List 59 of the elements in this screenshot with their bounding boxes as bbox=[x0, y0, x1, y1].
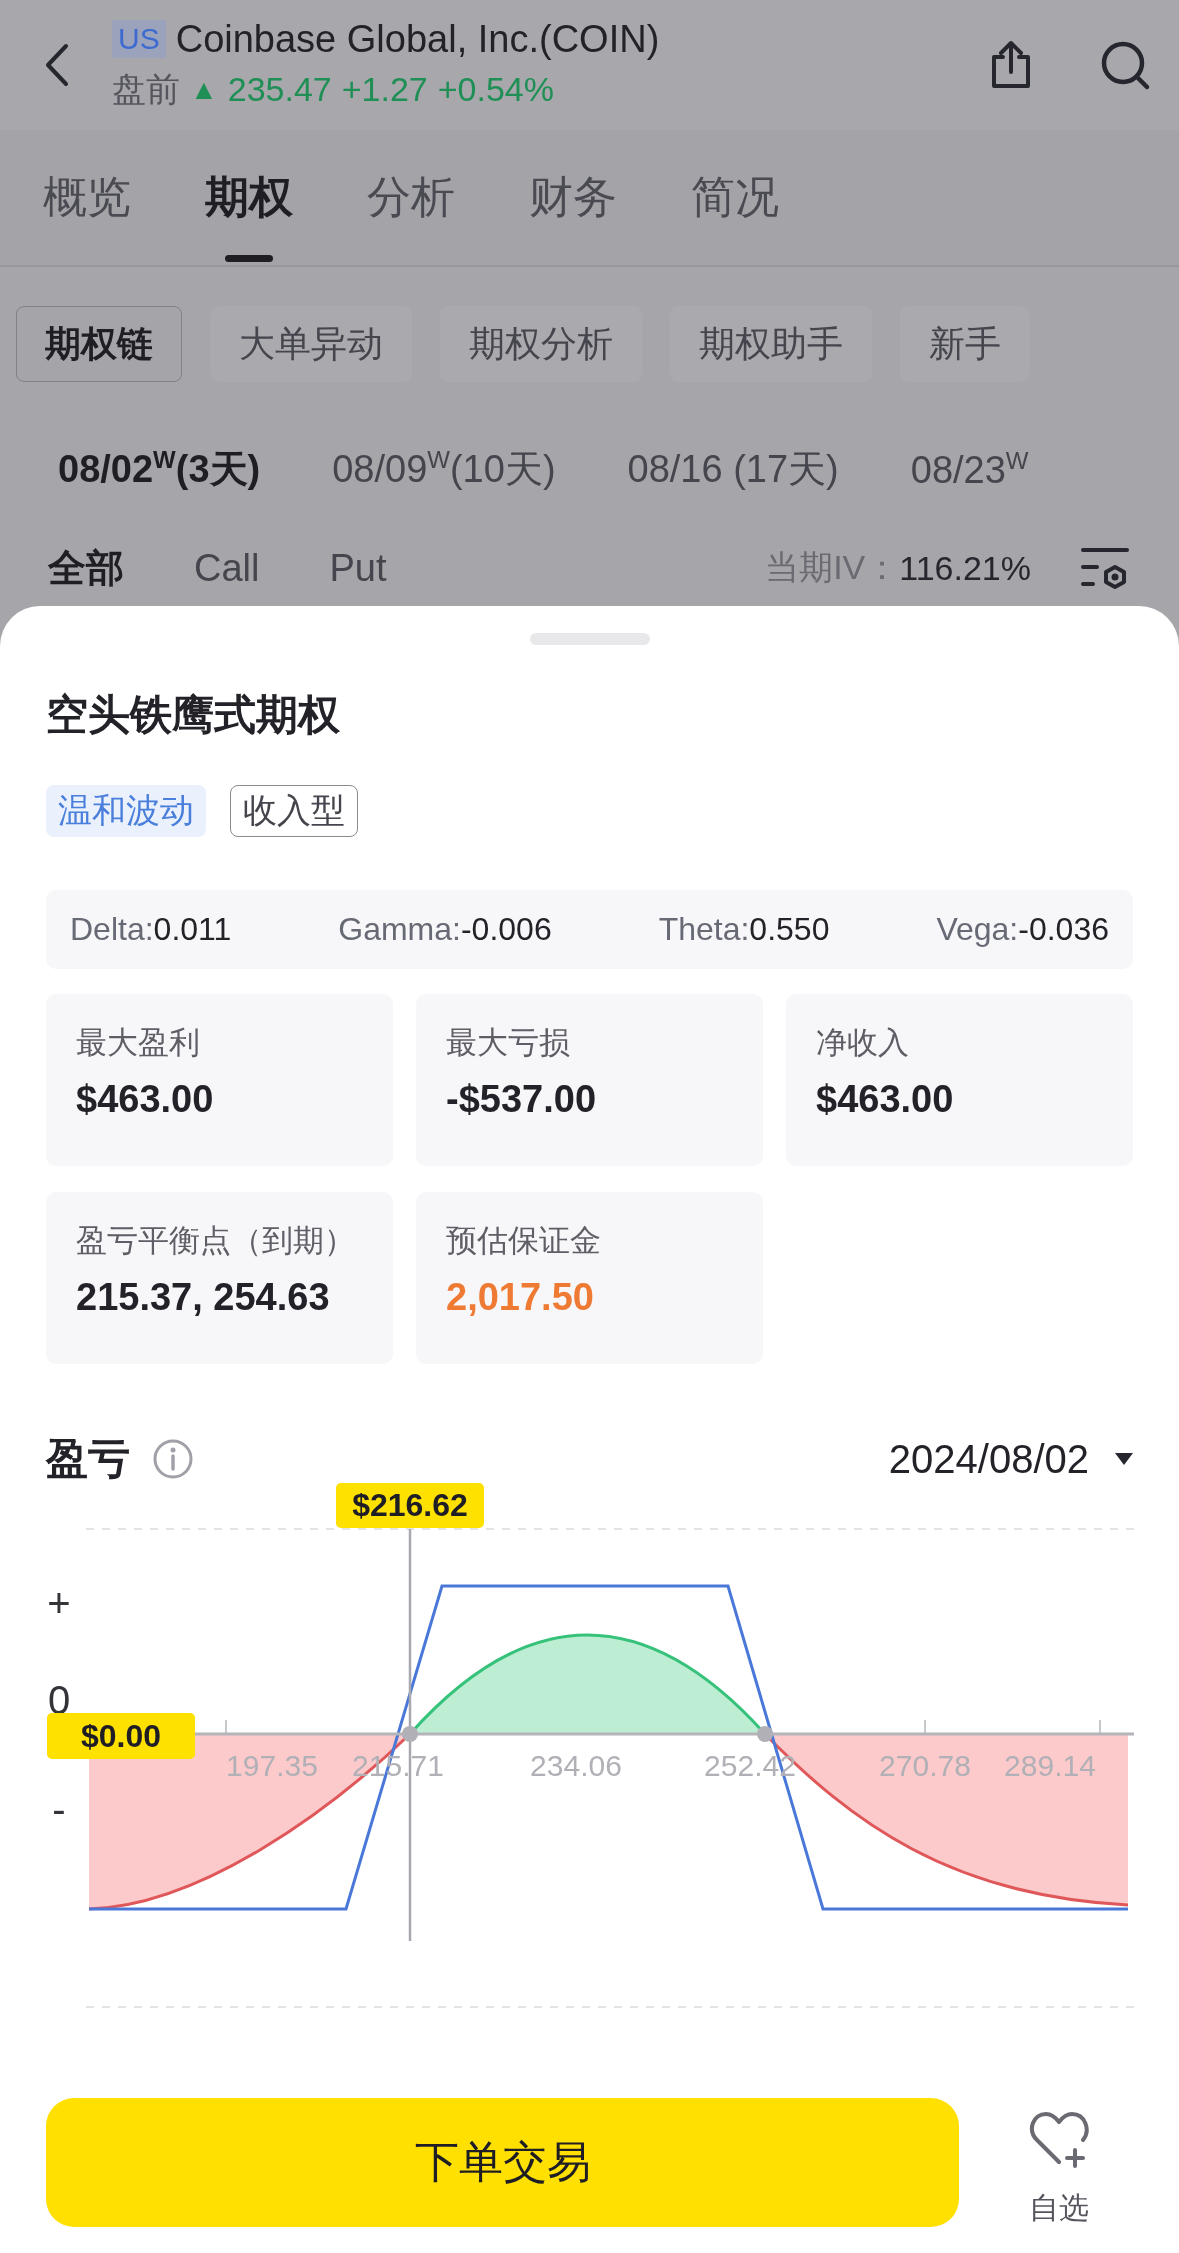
filter-tab[interactable]: 全部 bbox=[48, 542, 124, 594]
info-icon[interactable] bbox=[152, 1438, 194, 1480]
stat-label: 最大盈利 bbox=[76, 1024, 201, 1062]
price-change-percent: +0.54% bbox=[437, 70, 554, 109]
strategy-tag: 温和波动 bbox=[46, 785, 206, 837]
greek-value: Delta:0.011 bbox=[70, 911, 232, 948]
stat-value: $463.00 bbox=[816, 1078, 955, 1121]
date-dropdown[interactable]: 2024/08/02 bbox=[888, 1436, 1089, 1482]
strategy-tag: 收入型 bbox=[230, 785, 358, 837]
greek-value: Vega:-0.036 bbox=[936, 911, 1109, 948]
greek-value: Gamma:-0.006 bbox=[338, 911, 552, 948]
stat-value: -$537.00 bbox=[446, 1078, 597, 1121]
x-axis-label: 197.35 bbox=[226, 1749, 318, 1782]
greek-value: Theta:0.550 bbox=[658, 911, 830, 948]
expiry-tab[interactable]: 08/02$^{W}$(3天) bbox=[58, 440, 261, 498]
filter-tab[interactable]: Call bbox=[194, 546, 260, 590]
search-icon[interactable] bbox=[1099, 39, 1151, 91]
stat-label: 盈亏平衡点（到期） bbox=[76, 1222, 356, 1260]
watchlist-label[interactable]: 自选 bbox=[1029, 2188, 1089, 2229]
stat-value: 2,017.50 bbox=[446, 1276, 595, 1319]
stat-label: 预估保证金 bbox=[446, 1222, 602, 1260]
expiry-tab[interactable]: 08/09$^{W}$(10天) bbox=[332, 440, 556, 498]
stat-label: 净收入 bbox=[816, 1024, 910, 1062]
y-axis-label: + bbox=[47, 1581, 71, 1625]
tab[interactable]: 分析 bbox=[367, 130, 455, 265]
zero-value-label: $0.00 bbox=[47, 1713, 195, 1759]
stat-value: 215.37, 254.63 bbox=[76, 1276, 331, 1319]
sub-tab[interactable]: 新手 bbox=[900, 306, 1030, 382]
y-axis-label: - bbox=[52, 1787, 66, 1831]
trade-button[interactable]: 下单交易 bbox=[46, 2098, 959, 2227]
price-change: +1.27 bbox=[341, 70, 428, 109]
tab[interactable]: 期权 bbox=[205, 130, 293, 265]
pnl-title: 盈亏 bbox=[46, 1434, 130, 1484]
x-axis-label: 270.78 bbox=[879, 1749, 971, 1782]
filter-settings-icon[interactable] bbox=[1079, 545, 1131, 591]
expiry-tab[interactable]: 08/16 (17天) bbox=[627, 440, 839, 498]
cursor-price-label: $216.62 bbox=[336, 1483, 484, 1528]
sub-tab[interactable]: 期权助手 bbox=[670, 306, 872, 382]
market-badge: US bbox=[112, 20, 166, 58]
expiry-tab[interactable]: 08/23$^{W}$ bbox=[910, 440, 1029, 498]
price: 235.47 bbox=[227, 70, 332, 109]
iv-value: 116.21% bbox=[899, 548, 1031, 588]
tab[interactable]: 财务 bbox=[529, 130, 617, 265]
stat-label: 最大亏损 bbox=[446, 1024, 571, 1062]
strategy-title: 空头铁鹰式期权 bbox=[46, 690, 341, 740]
up-triangle-icon: ▲ bbox=[190, 73, 218, 106]
x-axis-label: 289.14 bbox=[1004, 1749, 1096, 1782]
stock-title: Coinbase Global, Inc.(COIN) bbox=[175, 17, 660, 61]
stat-value: $463.00 bbox=[76, 1078, 215, 1121]
sub-tab[interactable]: 期权链 bbox=[16, 306, 182, 382]
session-label: 盘前 bbox=[112, 68, 180, 110]
iv-label: 当期IV： bbox=[765, 547, 900, 588]
x-axis-label: 234.06 bbox=[530, 1749, 622, 1782]
sub-tab[interactable]: 期权分析 bbox=[440, 306, 642, 382]
tab[interactable]: 概览 bbox=[43, 130, 131, 265]
tab[interactable]: 简况 bbox=[691, 130, 779, 265]
sub-tab[interactable]: 大单异动 bbox=[210, 306, 412, 382]
filter-tab[interactable]: Put bbox=[329, 546, 387, 590]
caret-icon[interactable] bbox=[1115, 1453, 1133, 1465]
